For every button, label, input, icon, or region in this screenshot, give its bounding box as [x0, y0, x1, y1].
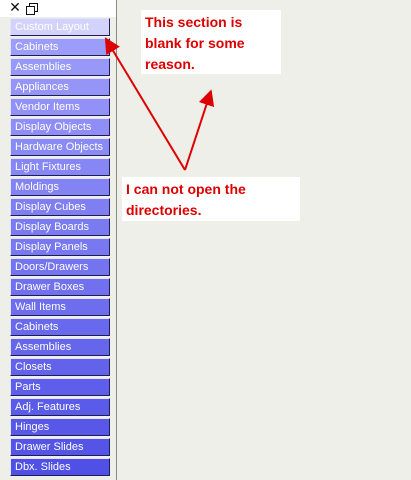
category-button-cabinets[interactable]: Cabinets: [10, 38, 110, 57]
category-button-closets[interactable]: Closets: [10, 358, 110, 377]
category-button-drawer-boxes[interactable]: Drawer Boxes: [10, 278, 110, 297]
category-button-moldings[interactable]: Moldings: [10, 178, 110, 197]
category-button-cabinets[interactable]: Cabinets: [10, 318, 110, 337]
category-button-assemblies[interactable]: Assemblies: [10, 58, 110, 77]
category-button-parts[interactable]: Parts: [10, 378, 110, 397]
category-button-hardware-objects[interactable]: Hardware Objects: [10, 138, 110, 157]
category-button-hinges[interactable]: Hinges: [10, 418, 110, 437]
category-button-display-objects[interactable]: Display Objects: [10, 118, 110, 137]
category-button-dbx-slides[interactable]: Dbx. Slides: [10, 458, 110, 477]
annotation-blank-section: This section is blank for some reason.: [141, 10, 281, 74]
category-button-appliances[interactable]: Appliances: [10, 78, 110, 97]
category-button-adj-features[interactable]: Adj. Features: [10, 398, 110, 417]
category-button-display-cubes[interactable]: Display Cubes: [10, 198, 110, 217]
category-button-drawer-slides[interactable]: Drawer Slides: [10, 438, 110, 457]
panel-toolbar: ✕: [0, 0, 116, 17]
category-button-vendor-items[interactable]: Vendor Items: [10, 98, 110, 117]
category-button-display-boards[interactable]: Display Boards: [10, 218, 110, 237]
annotation-directories: I can not open the directories.: [122, 177, 300, 221]
category-button-doors-drawers[interactable]: Doors/Drawers: [10, 258, 110, 277]
category-button-custom-layout[interactable]: Custom Layout: [10, 18, 110, 36]
category-button-assemblies[interactable]: Assemblies: [10, 338, 110, 357]
restore-icon[interactable]: [24, 1, 38, 15]
category-panel: ✕ Custom Layout Cabinets Assemblies Applian…: [0, 0, 117, 480]
close-icon[interactable]: ✕: [8, 1, 22, 15]
category-list: Custom Layout Cabinets Assemblies Appliance…: [10, 18, 112, 478]
category-button-wall-items[interactable]: Wall Items: [10, 298, 110, 317]
category-button-light-fixtures[interactable]: Light Fixtures: [10, 158, 110, 177]
category-button-display-panels[interactable]: Display Panels: [10, 238, 110, 257]
